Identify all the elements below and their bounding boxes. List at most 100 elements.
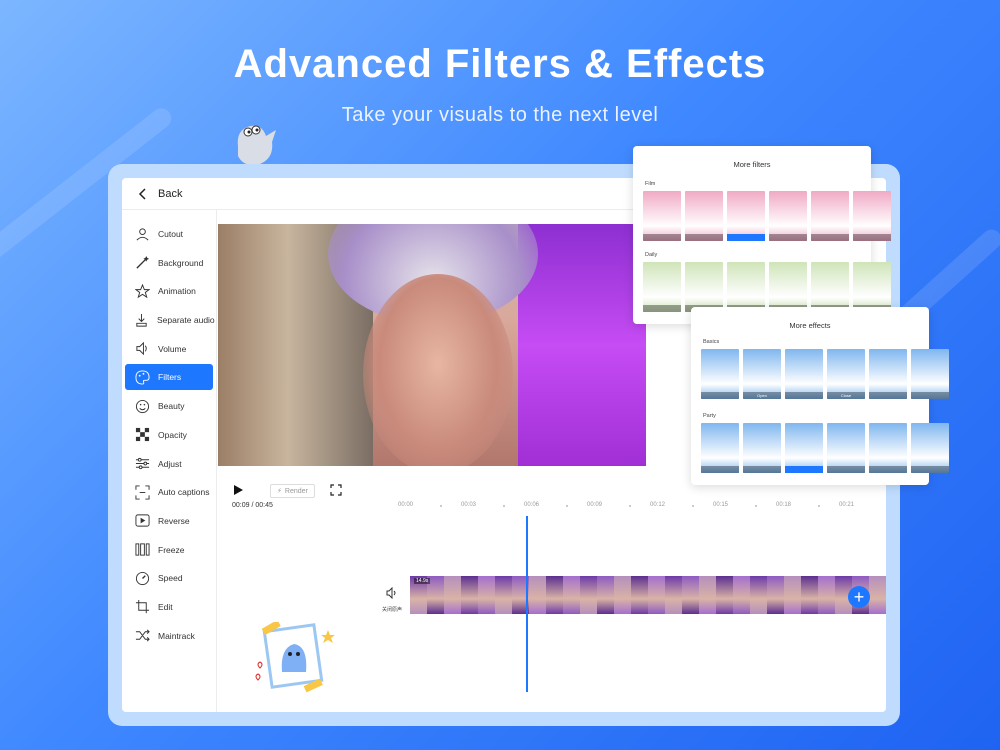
add-clip-button[interactable]: + xyxy=(848,586,870,608)
playhead[interactable] xyxy=(526,516,528,692)
thumbnail-caption xyxy=(911,392,949,399)
thumbnail-caption xyxy=(743,466,781,473)
thumbnail-caption xyxy=(643,305,681,312)
play-icon[interactable] xyxy=(232,484,244,496)
thumbnail-caption xyxy=(785,466,823,473)
thumbnail-caption xyxy=(785,392,823,399)
ruler-tick: 00:18 xyxy=(776,502,792,508)
time-ruler: 00:00 00:03 00:06 00:09 00:12 00:15 00:18 00:21 xyxy=(398,502,878,512)
filter-thumbnail[interactable] xyxy=(811,191,849,241)
filter-thumbnail[interactable] xyxy=(643,262,681,312)
video-clip-track[interactable]: 14.9s xyxy=(410,576,886,614)
effects-section-party: Party xyxy=(703,413,716,419)
sidebar-item-freeze[interactable]: Freeze xyxy=(125,537,213,563)
filter-thumbnail[interactable] xyxy=(811,262,849,312)
sidebar-item-label: Volume xyxy=(158,343,187,354)
clip-frame xyxy=(716,576,733,614)
filters-panel: More filters Film Daily xyxy=(633,146,891,324)
filter-thumbnail[interactable] xyxy=(827,423,865,473)
sidebar-item-opacity[interactable]: Opacity xyxy=(125,422,213,448)
filter-thumbnail[interactable] xyxy=(853,191,891,241)
thumbnail-caption xyxy=(827,466,865,473)
filter-thumbnail[interactable] xyxy=(701,349,739,399)
back-button[interactable]: Back xyxy=(136,187,182,201)
clip-frame xyxy=(682,576,699,614)
filter-thumbnail[interactable] xyxy=(769,191,807,241)
sidebar-item-reverse[interactable]: Reverse xyxy=(125,508,213,534)
sidebar-item-label: Adjust xyxy=(158,458,182,469)
filter-thumbnail[interactable] xyxy=(853,262,891,312)
original-audio-toggle[interactable]: 关闭原声 xyxy=(378,586,406,613)
sidebar-item-cutout[interactable]: Cutout xyxy=(125,221,213,247)
video-preview[interactable] xyxy=(218,224,646,466)
sidebar-item-edit[interactable]: Edit xyxy=(125,594,213,620)
palette-icon xyxy=(134,369,150,385)
filters-section-film: Film xyxy=(645,181,656,187)
thumbnail-caption xyxy=(701,466,739,473)
basics-thumbnails: Open Close xyxy=(701,349,949,399)
thumbnail-caption xyxy=(685,234,723,241)
clip-frame xyxy=(631,576,648,614)
filter-thumbnail[interactable] xyxy=(911,423,949,473)
effects-panel: More effects Basics Open Close Party xyxy=(691,307,949,485)
sidebar-item-animation[interactable]: Animation xyxy=(125,278,213,304)
ruler-dot xyxy=(566,505,568,507)
film-thumbnails xyxy=(643,191,891,241)
thumbnail-caption xyxy=(869,392,907,399)
hero-headline: Advanced Filters & Effects xyxy=(233,42,767,86)
clip-frame xyxy=(784,576,801,614)
filter-thumbnail[interactable] xyxy=(869,423,907,473)
timeline-area: 关闭原声 14.9s + xyxy=(218,516,886,712)
ruler-tick: 00:21 xyxy=(839,502,855,508)
filter-thumbnail[interactable]: Close xyxy=(827,349,865,399)
filter-thumbnail[interactable] xyxy=(869,349,907,399)
thumbnail-caption xyxy=(853,234,891,241)
freeze-icon xyxy=(134,542,150,558)
sidebar-item-separate-audio[interactable]: Separate audio xyxy=(125,307,215,333)
filter-thumbnail[interactable] xyxy=(911,349,949,399)
ruler-tick: 00:15 xyxy=(713,502,729,508)
clip-frame xyxy=(648,576,665,614)
filter-thumbnail[interactable] xyxy=(643,191,681,241)
thumbnail-caption: Close xyxy=(827,392,865,399)
speaker-icon xyxy=(134,341,150,357)
star-icon xyxy=(134,283,150,299)
ruler-dot xyxy=(692,505,694,507)
sidebar-item-label: Opacity xyxy=(158,429,187,440)
render-label: Render xyxy=(284,487,308,495)
filter-thumbnail[interactable] xyxy=(769,262,807,312)
crop-icon xyxy=(134,599,150,615)
sidebar-item-beauty[interactable]: Beauty xyxy=(125,393,213,419)
clip-frame xyxy=(529,576,546,614)
sidebar-item-maintrack[interactable]: Maintrack xyxy=(125,623,213,649)
ruler-dot xyxy=(440,505,442,507)
filter-thumbnail[interactable] xyxy=(743,423,781,473)
cutout-icon xyxy=(134,226,150,242)
filter-thumbnail[interactable] xyxy=(727,262,765,312)
sidebar-item-filters[interactable]: Filters xyxy=(125,364,213,391)
filter-thumbnail[interactable]: Open xyxy=(743,349,781,399)
sidebar-item-auto-captions[interactable]: Auto captions xyxy=(125,479,213,505)
clip-frame xyxy=(461,576,478,614)
speaker-icon xyxy=(386,586,396,600)
clip-frame xyxy=(801,576,818,614)
sidebar-item-speed[interactable]: Speed xyxy=(125,565,213,591)
daily-thumbnails xyxy=(643,262,891,312)
filter-thumbnail[interactable] xyxy=(785,349,823,399)
filter-thumbnail[interactable] xyxy=(685,191,723,241)
filter-thumbnail[interactable] xyxy=(701,423,739,473)
filters-section-daily: Daily xyxy=(645,252,658,258)
filter-thumbnail[interactable] xyxy=(785,423,823,473)
fullscreen-icon[interactable] xyxy=(330,484,342,496)
sidebar-item-background[interactable]: Background xyxy=(125,250,213,276)
clip-frame xyxy=(478,576,495,614)
clip-frame xyxy=(699,576,716,614)
audio-split-icon xyxy=(134,312,149,328)
sidebar-item-volume[interactable]: Volume xyxy=(125,336,213,362)
sidebar-item-adjust[interactable]: Adjust xyxy=(125,451,213,477)
filter-thumbnail[interactable] xyxy=(685,262,723,312)
render-button[interactable]: ⚡ Render xyxy=(270,484,315,498)
filter-thumbnail[interactable] xyxy=(727,191,765,241)
ruler-dot xyxy=(503,505,505,507)
clip-frame xyxy=(563,576,580,614)
